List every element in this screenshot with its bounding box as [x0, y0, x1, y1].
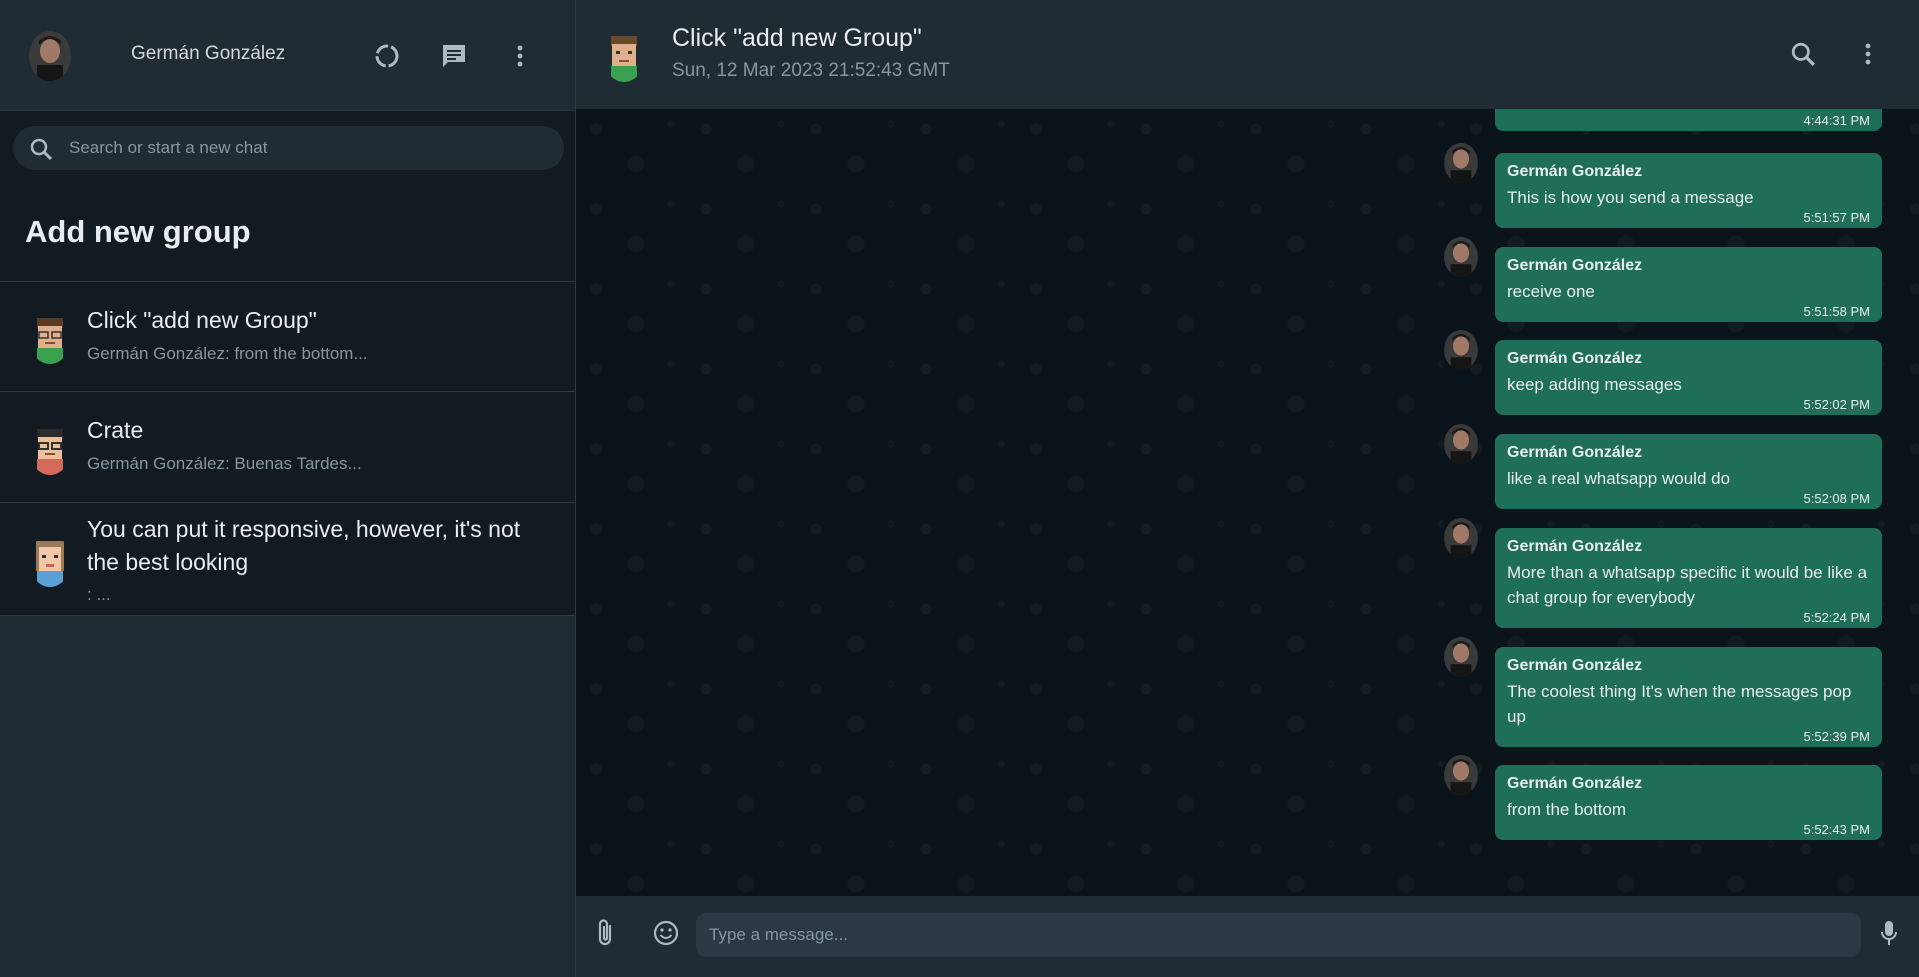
search-area	[0, 111, 575, 178]
message-text: More than a whatsapp specific it would b…	[1507, 563, 1868, 607]
menu-icon[interactable]	[1852, 38, 1884, 70]
status-icon[interactable]	[371, 40, 403, 72]
message-text: keep adding messages	[1507, 375, 1682, 394]
message-sender: Germán González	[1507, 350, 1643, 367]
conversation-title: Click "add new Group"	[672, 24, 922, 52]
message-time: 4:44:31 PM	[1803, 113, 1871, 128]
message-bubble: Germán González The coolest thing It's w…	[1444, 637, 1882, 747]
menu-icon[interactable]	[504, 40, 536, 72]
message-sender: Germán González	[1507, 444, 1643, 461]
chat-preview: : ...	[87, 585, 111, 604]
message-text: from the bottom	[1507, 800, 1627, 819]
message-input[interactable]	[696, 913, 1861, 957]
message-bubble: Germán González This is how you send a m…	[1444, 143, 1882, 228]
chat-title: Crate	[87, 417, 144, 443]
chat-avatar	[29, 535, 71, 587]
emoji-icon[interactable]	[649, 916, 683, 950]
chat-preview: Germán González: from the bottom...	[87, 344, 368, 363]
add-group-section: Add new group	[0, 178, 575, 282]
chat-list: Click "add new Group" Germán González: f…	[0, 282, 575, 616]
chat-list-item[interactable]: You can put it responsive, however, it's…	[0, 503, 575, 616]
conversation-avatar[interactable]	[603, 30, 645, 82]
chat-avatar	[29, 312, 71, 364]
conversation-header: Click "add new Group" Sun, 12 Mar 2023 2…	[576, 0, 1919, 109]
message-text: The coolest thing It's when the messages…	[1507, 682, 1852, 726]
user-avatar[interactable]	[29, 31, 71, 81]
chat-title: Click "add new Group"	[87, 307, 317, 333]
message-time: 5:52:08 PM	[1803, 491, 1871, 506]
sender-avatar	[1444, 237, 1478, 277]
sender-avatar	[1444, 424, 1478, 464]
message-time: 5:52:39 PM	[1803, 729, 1871, 744]
message-time: 5:51:57 PM	[1803, 210, 1871, 225]
sender-avatar	[1444, 637, 1478, 677]
sidebar: Germán González Add new group	[0, 0, 576, 977]
message-text: This is how you send a message	[1507, 188, 1754, 207]
message-composer	[576, 896, 1919, 977]
search-box	[13, 126, 564, 170]
search-icon[interactable]	[1787, 38, 1819, 70]
message-time: 5:52:02 PM	[1803, 397, 1871, 412]
message-time: 5:51:58 PM	[1803, 304, 1871, 319]
sender-avatar	[1444, 518, 1478, 558]
message-sender: Germán González	[1507, 657, 1643, 674]
conversation-panel: Click "add new Group" Sun, 12 Mar 2023 2…	[576, 0, 1919, 977]
message-bubble: Germán González like a real whatsapp wou…	[1444, 424, 1882, 509]
sender-avatar	[1444, 330, 1478, 370]
conversation-timestamp: Sun, 12 Mar 2023 21:52:43 GMT	[672, 60, 950, 81]
chat-avatar	[29, 423, 71, 475]
microphone-icon[interactable]	[1872, 916, 1906, 950]
search-input[interactable]	[69, 126, 549, 170]
message-sender: Germán González	[1507, 163, 1643, 180]
chat-title: You can put it responsive, however, it's…	[87, 516, 521, 575]
sender-avatar	[1444, 143, 1478, 183]
chat-preview: Germán González: Buenas Tardes...	[87, 454, 362, 473]
message-bubble: Germán González from the bottom 5:52:43 …	[1444, 755, 1882, 840]
message-text: like a real whatsapp would do	[1507, 469, 1731, 488]
message-bubble: Germán González keep adding messages 5:5…	[1444, 330, 1882, 415]
sender-avatar	[1444, 755, 1478, 795]
message-bubble: Germán González More than a whatsapp spe…	[1444, 518, 1882, 628]
message-text: receive one	[1507, 282, 1595, 301]
chat-list-item[interactable]: Click "add new Group" Germán González: f…	[0, 282, 575, 392]
message-list[interactable]: 4:44:31 PM Germán González This is how y…	[576, 109, 1919, 896]
add-new-group-button[interactable]: Add new group	[25, 214, 251, 250]
chat-list-item[interactable]: Crate Germán González: Buenas Tardes...	[0, 392, 575, 503]
message-bubble: Germán González receive one 5:51:58 PM	[1444, 237, 1882, 322]
attach-icon[interactable]	[589, 916, 623, 950]
sidebar-header: Germán González	[0, 0, 575, 111]
message-sender: Germán González	[1507, 538, 1643, 555]
message-sender: Germán González	[1507, 257, 1643, 274]
user-name: Germán González	[131, 43, 286, 64]
message-bubble: 4:44:31 PM	[1495, 109, 1882, 131]
message-sender: Germán González	[1507, 775, 1643, 792]
search-icon	[29, 137, 53, 166]
message-time: 5:52:24 PM	[1803, 610, 1871, 625]
message-time: 5:52:43 PM	[1803, 822, 1871, 837]
new-chat-icon[interactable]	[438, 40, 470, 72]
